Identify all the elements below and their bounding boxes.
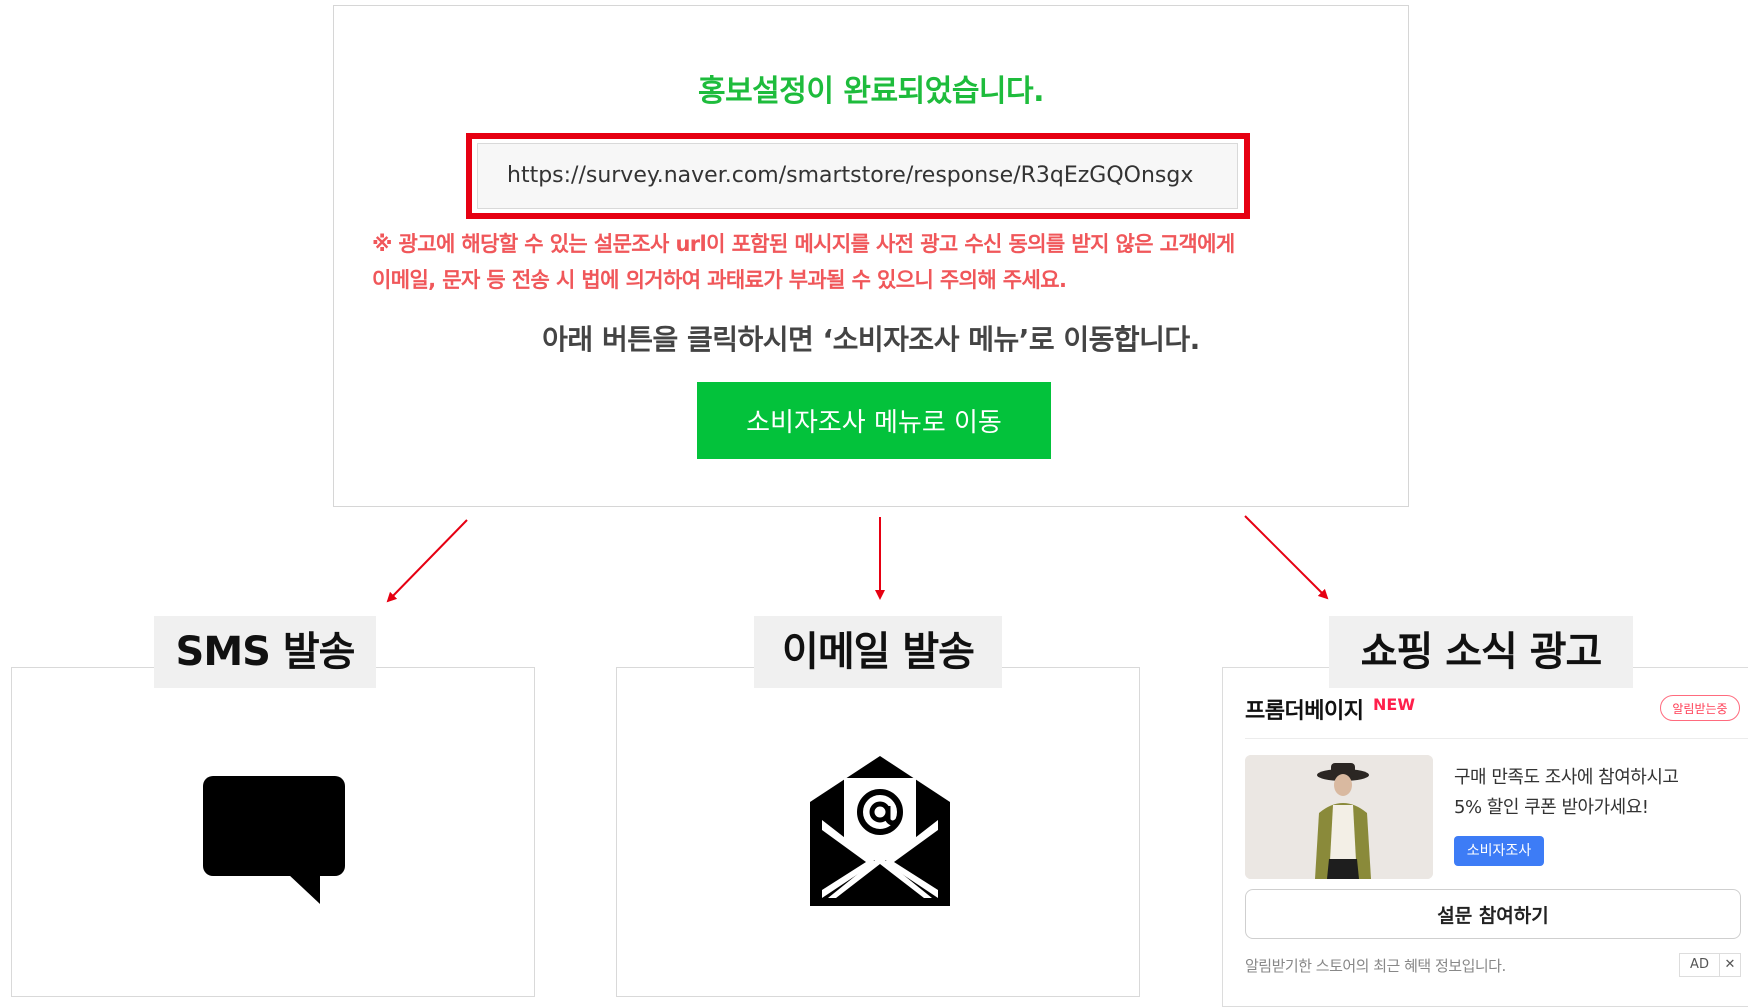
arrow-to-shopping — [1244, 515, 1329, 600]
shopping-news-tag: 쇼핑 소식 광고 — [1329, 616, 1633, 688]
close-icon[interactable]: ✕ — [1720, 954, 1740, 976]
consumer-survey-chip[interactable]: 소비자조사 — [1454, 836, 1544, 866]
new-badge: NEW — [1373, 695, 1415, 714]
ad-message: 구매 만족도 조사에 참여하시고 5% 할인 쿠폰 받아가세요! — [1454, 763, 1724, 823]
ad-divider — [1245, 738, 1748, 739]
chat-bubble-icon — [203, 776, 348, 912]
join-survey-button[interactable]: 설문 참여하기 — [1245, 889, 1741, 939]
notify-status-badge[interactable]: 알림받는중 — [1660, 695, 1740, 721]
ad-label: AD — [1680, 954, 1720, 976]
ad-message-line-1: 구매 만족도 조사에 참여하시고 — [1454, 767, 1679, 788]
ad-mark: AD ✕ — [1679, 953, 1741, 977]
arrow-to-sms — [386, 519, 468, 603]
envelope-at-icon — [806, 750, 954, 914]
email-tag: 이메일 발송 — [754, 616, 1002, 688]
sms-card — [11, 667, 535, 997]
product-thumbnail[interactable] — [1245, 755, 1433, 879]
store-name[interactable]: 프롬더베이지 — [1245, 693, 1364, 725]
email-card — [616, 667, 1140, 997]
sms-tag: SMS 발송 — [154, 616, 376, 688]
ad-footer-text: 알림받기한 스토어의 최근 혜택 정보입니다. — [1245, 957, 1506, 975]
ad-message-line-2: 5% 할인 쿠폰 받아가세요! — [1454, 797, 1649, 818]
shopping-news-ad-card: 프롬더베이지 NEW 알림받는중 구매 만족도 조사에 참여하시고 5% 할인 … — [1222, 667, 1748, 1007]
